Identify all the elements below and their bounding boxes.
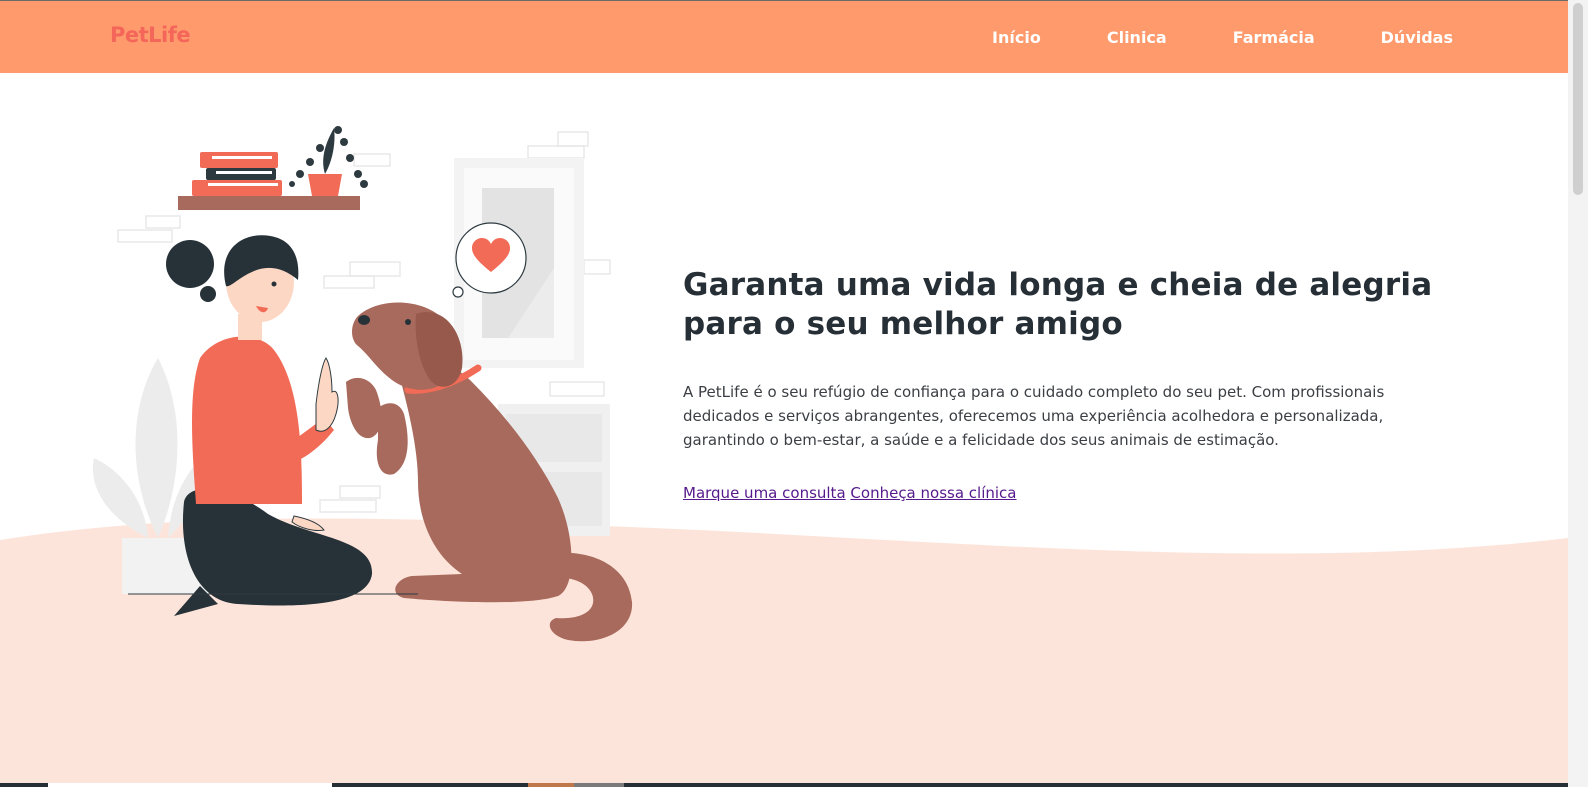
hero-title: Garanta uma vida longa e cheia de alegri… <box>683 267 1433 342</box>
hero-links: Marque uma consulta Conheça nossa clínic… <box>683 484 1503 502</box>
bookshelf <box>178 126 368 210</box>
site-header: PetLife Início Clinica Farmácia Dúvidas <box>0 0 1568 73</box>
plant-pot <box>308 174 342 196</box>
hero-description: A PetLife é o seu refúgio de confiança p… <box>683 383 1385 449</box>
page: PetLife Início Clinica Farmácia Dúvidas <box>0 0 1588 787</box>
nav-link-inicio[interactable]: Início <box>992 28 1041 47</box>
nav-link-duvidas[interactable]: Dúvidas <box>1381 28 1453 47</box>
link-schedule-appointment[interactable]: Marque uma consulta <box>683 484 846 502</box>
link-know-clinic[interactable]: Conheça nossa clínica <box>850 484 1016 502</box>
woman-figure <box>166 235 373 616</box>
taskbar-strip <box>0 783 1568 787</box>
main-nav: Início Clinica Farmácia Dúvidas <box>926 28 1453 47</box>
brand-logo[interactable]: PetLife <box>110 23 191 47</box>
scrollbar-thumb[interactable] <box>1573 3 1583 195</box>
nav-link-clinica[interactable]: Clinica <box>1107 28 1167 47</box>
nav-link-farmacia[interactable]: Farmácia <box>1233 28 1315 47</box>
page-scrollbar[interactable] <box>1568 0 1588 787</box>
hero-text: Garanta uma vida longa e cheia de alegri… <box>683 266 1503 502</box>
hero-illustration <box>92 126 633 642</box>
